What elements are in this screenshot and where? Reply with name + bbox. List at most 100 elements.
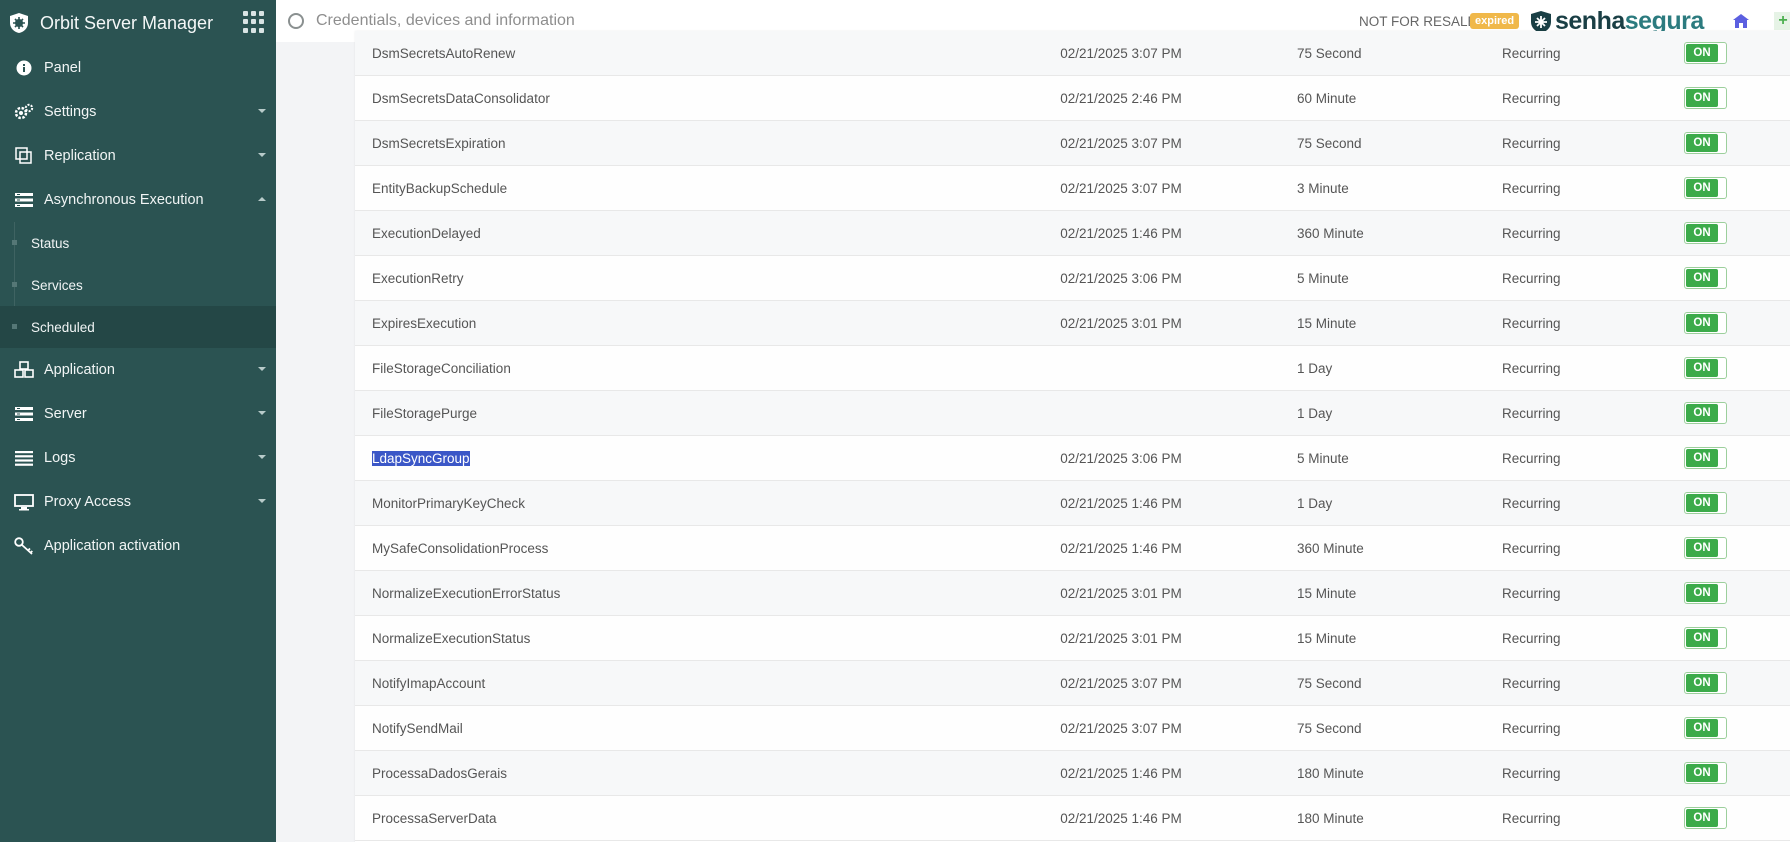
sidebar-item-proxy-access[interactable]: Proxy Access	[0, 480, 276, 524]
sidebar-subitem-status[interactable]: Status	[0, 222, 276, 264]
table-row: DsmSecretsAutoRenew 02/21/2025 3:07 PM 7…	[355, 31, 1790, 76]
sidebar-item-application-activation[interactable]: Application activation	[0, 524, 276, 568]
interval: 360 Minute	[1297, 540, 1364, 556]
interval: 180 Minute	[1297, 810, 1364, 826]
schedule-type: Recurring	[1502, 45, 1561, 61]
table-row: NormalizeExecutionErrorStatus 02/21/2025…	[355, 571, 1790, 616]
status-toggle[interactable]: ON	[1684, 42, 1727, 64]
status-toggle[interactable]: ON	[1684, 402, 1727, 424]
schedule-type: Recurring	[1502, 765, 1561, 781]
interval: 75 Second	[1297, 45, 1362, 61]
toggle-on-label: ON	[1686, 44, 1718, 62]
interval: 1 Day	[1297, 405, 1333, 421]
status-toggle[interactable]: ON	[1684, 492, 1727, 514]
sidebar-item-logs[interactable]: Logs	[0, 436, 276, 480]
sidebar-item-settings[interactable]: Settings	[0, 90, 276, 134]
status-toggle[interactable]: ON	[1684, 627, 1727, 649]
last-execution: 02/21/2025 3:06 PM	[1060, 450, 1182, 466]
table-row: ExecutionDelayed 02/21/2025 1:46 PM 360 …	[355, 211, 1790, 256]
sidebar-subitem-scheduled[interactable]: Scheduled	[0, 306, 276, 348]
toggle-on-label: ON	[1686, 539, 1718, 557]
status-toggle[interactable]: ON	[1684, 537, 1727, 559]
schedule-type: Recurring	[1502, 180, 1561, 196]
task-name: ProcessaDadosGerais	[372, 765, 508, 781]
interval: 180 Minute	[1297, 765, 1364, 781]
status-toggle[interactable]: ON	[1684, 222, 1727, 244]
sidebar-item-label: Panel	[44, 60, 82, 76]
table-row: FileStorageConciliation 1 Day Recurring …	[355, 346, 1790, 391]
last-execution: 02/21/2025 3:07 PM	[1060, 45, 1182, 61]
table-row: ExpiresExecution 02/21/2025 3:01 PM 15 M…	[355, 301, 1790, 346]
table-row: NormalizeExecutionStatus 02/21/2025 3:01…	[355, 616, 1790, 661]
sidebar-item-label: Application activation	[44, 538, 181, 554]
interval: 1 Day	[1297, 360, 1333, 376]
schedule-type: Recurring	[1502, 675, 1561, 691]
table-row: MonitorPrimaryKeyCheck 02/21/2025 1:46 P…	[355, 481, 1790, 526]
sidebar-item-panel[interactable]: Panel	[0, 46, 276, 90]
status-toggle[interactable]: ON	[1684, 177, 1727, 199]
interval: 60 Minute	[1297, 90, 1357, 106]
sidebar-item-application[interactable]: Application	[0, 348, 276, 392]
apps-grid-icon[interactable]	[243, 11, 265, 33]
app-header: Orbit Server Manager	[0, 0, 276, 46]
status-toggle[interactable]: ON	[1684, 447, 1727, 469]
table-row: DsmSecretsDataConsolidator 02/21/2025 2:…	[355, 76, 1790, 121]
chevron-down-icon	[258, 153, 266, 157]
interval: 15 Minute	[1297, 315, 1357, 331]
chevron-down-icon	[258, 455, 266, 459]
task-name: FileStoragePurge	[372, 405, 478, 421]
chevron-down-icon	[258, 109, 266, 113]
toggle-on-label: ON	[1686, 764, 1718, 782]
table-row: EntityBackupSchedule 02/21/2025 3:07 PM …	[355, 166, 1790, 211]
sidebar-item-asynchronous-execution[interactable]: Asynchronous Execution	[0, 178, 276, 222]
sidebar-item-replication[interactable]: Replication	[0, 134, 276, 178]
sidebar-item-label: Asynchronous Execution	[44, 192, 204, 208]
home-icon[interactable]	[1732, 13, 1750, 29]
toggle-on-label: ON	[1686, 134, 1718, 152]
status-toggle[interactable]: ON	[1684, 87, 1727, 109]
server-icon	[14, 404, 34, 424]
status-toggle[interactable]: ON	[1684, 132, 1727, 154]
last-execution: 02/21/2025 1:46 PM	[1060, 810, 1182, 826]
status-toggle[interactable]: ON	[1684, 672, 1727, 694]
table-row: LdapSyncGroup 02/21/2025 3:06 PM 5 Minut…	[355, 436, 1790, 481]
last-execution: 02/21/2025 3:07 PM	[1060, 675, 1182, 691]
list-stack-icon	[14, 190, 34, 210]
interval: 75 Second	[1297, 675, 1362, 691]
sidebar-subitem-services[interactable]: Services	[0, 264, 276, 306]
last-execution: 02/21/2025 1:46 PM	[1060, 540, 1182, 556]
schedule-type: Recurring	[1502, 315, 1561, 331]
status-toggle[interactable]: ON	[1684, 807, 1727, 829]
copy-icon	[14, 146, 34, 166]
sidebar-subitem-label: Services	[31, 277, 83, 293]
status-toggle[interactable]: ON	[1684, 357, 1727, 379]
search-icon	[288, 13, 304, 29]
last-execution: 02/21/2025 3:07 PM	[1060, 180, 1182, 196]
task-name: NormalizeExecutionStatus	[372, 630, 531, 646]
status-toggle[interactable]: ON	[1684, 582, 1727, 604]
info-icon	[14, 58, 34, 78]
task-name: ExecutionDelayed	[372, 225, 481, 241]
task-name: MySafeConsolidationProcess	[372, 540, 549, 556]
status-toggle[interactable]: ON	[1684, 267, 1727, 289]
app-title: Orbit Server Manager	[40, 12, 214, 33]
status-toggle[interactable]: ON	[1684, 312, 1727, 334]
status-toggle[interactable]: ON	[1684, 717, 1727, 739]
task-name-selected: LdapSyncGroup	[372, 450, 470, 466]
schedule-type: Recurring	[1502, 135, 1561, 151]
interval: 15 Minute	[1297, 630, 1357, 646]
schedule-type: Recurring	[1502, 495, 1561, 511]
chevron-down-icon	[258, 367, 266, 371]
task-name: NormalizeExecutionErrorStatus	[372, 585, 561, 601]
schedule-type: Recurring	[1502, 585, 1561, 601]
sidebar-item-server[interactable]: Server	[0, 392, 276, 436]
status-toggle[interactable]: ON	[1684, 762, 1727, 784]
sidebar-item-label: Replication	[44, 148, 116, 164]
key-icon	[14, 536, 34, 556]
interval: 15 Minute	[1297, 585, 1357, 601]
schedule-type: Recurring	[1502, 450, 1561, 466]
sidebar-subitem-label: Scheduled	[31, 319, 95, 335]
add-icon[interactable]: +	[1774, 12, 1790, 30]
chevron-down-icon	[258, 411, 266, 415]
async-submenu: Status Services Scheduled	[0, 222, 276, 348]
